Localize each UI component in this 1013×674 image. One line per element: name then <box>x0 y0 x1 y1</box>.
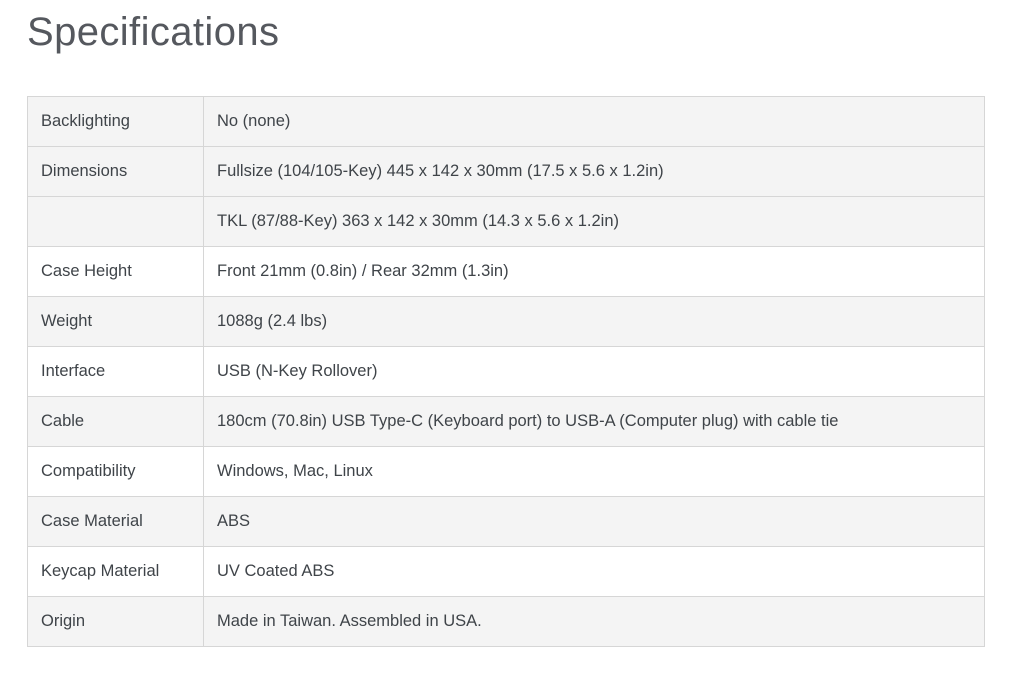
page-title: Specifications <box>27 8 1013 56</box>
spec-value: Front 21mm (0.8in) / Rear 32mm (1.3in) <box>204 247 985 297</box>
spec-value: Windows, Mac, Linux <box>204 447 985 497</box>
spec-value: 1088g (2.4 lbs) <box>204 297 985 347</box>
table-row: Compatibility Windows, Mac, Linux <box>28 447 985 497</box>
spec-label: Dimensions <box>28 147 204 197</box>
spec-value: Fullsize (104/105-Key) 445 x 142 x 30mm … <box>204 147 985 197</box>
spec-value: ABS <box>204 497 985 547</box>
spec-value: 180cm (70.8in) USB Type-C (Keyboard port… <box>204 397 985 447</box>
spec-value: USB (N-Key Rollover) <box>204 347 985 397</box>
spec-label: Backlighting <box>28 97 204 147</box>
table-row: Weight 1088g (2.4 lbs) <box>28 297 985 347</box>
spec-label: Origin <box>28 597 204 647</box>
spec-label: Compatibility <box>28 447 204 497</box>
table-row: Cable 180cm (70.8in) USB Type-C (Keyboar… <box>28 397 985 447</box>
spec-label: Case Height <box>28 247 204 297</box>
spec-label: Keycap Material <box>28 547 204 597</box>
spec-label: Case Material <box>28 497 204 547</box>
table-row: Interface USB (N-Key Rollover) <box>28 347 985 397</box>
specifications-table: Backlighting No (none) Dimensions Fullsi… <box>27 96 985 647</box>
table-row: Case Height Front 21mm (0.8in) / Rear 32… <box>28 247 985 297</box>
table-row: Keycap Material UV Coated ABS <box>28 547 985 597</box>
specifications-page: Specifications Backlighting No (none) Di… <box>0 0 1013 647</box>
spec-label: Weight <box>28 297 204 347</box>
table-row: TKL (87/88-Key) 363 x 142 x 30mm (14.3 x… <box>28 197 985 247</box>
table-row: Case Material ABS <box>28 497 985 547</box>
spec-value: No (none) <box>204 97 985 147</box>
spec-label: Cable <box>28 397 204 447</box>
table-row: Dimensions Fullsize (104/105-Key) 445 x … <box>28 147 985 197</box>
spec-value: TKL (87/88-Key) 363 x 142 x 30mm (14.3 x… <box>204 197 985 247</box>
spec-label <box>28 197 204 247</box>
spec-label: Interface <box>28 347 204 397</box>
spec-value: UV Coated ABS <box>204 547 985 597</box>
table-row: Origin Made in Taiwan. Assembled in USA. <box>28 597 985 647</box>
spec-value: Made in Taiwan. Assembled in USA. <box>204 597 985 647</box>
table-row: Backlighting No (none) <box>28 97 985 147</box>
